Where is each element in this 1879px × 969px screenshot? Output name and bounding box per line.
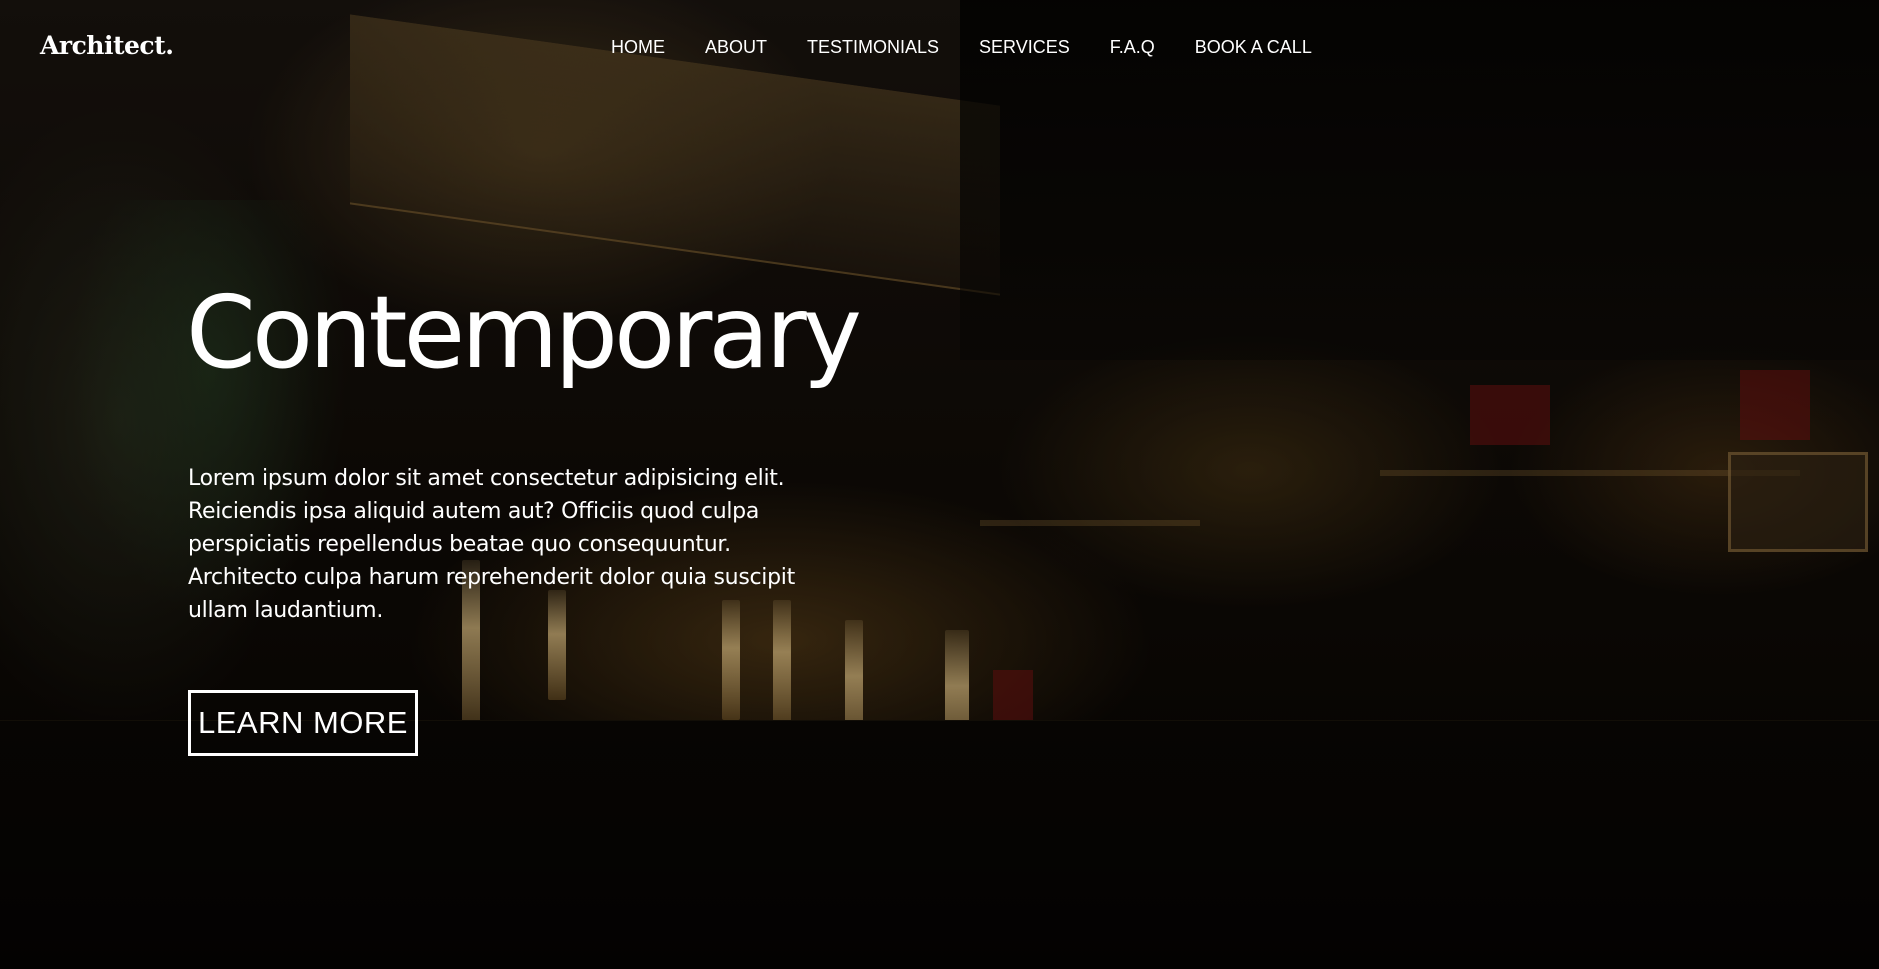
learn-more-button[interactable]: LEARN MORE [188, 690, 418, 756]
nav-link-testimonials[interactable]: TESTIMONIALS [807, 37, 939, 58]
nav-link-faq[interactable]: F.A.Q [1110, 37, 1155, 58]
hero-description: Lorem ipsum dolor sit amet consectetur a… [188, 466, 795, 623]
nav-menu: HOME ABOUT TESTIMONIALS SERVICES F.A.Q B… [611, 37, 1352, 58]
nav-link-book-a-call[interactable]: BOOK A CALL [1195, 37, 1312, 58]
nav-link-services[interactable]: SERVICES [979, 37, 1070, 58]
hero-section: Architect. HOME ABOUT TESTIMONIALS SERVI… [0, 0, 1879, 969]
nav-link-home[interactable]: HOME [611, 37, 665, 58]
hero-title: Contemporary [186, 274, 862, 391]
nav-link-about[interactable]: ABOUT [705, 37, 767, 58]
navbar: Architect. HOME ABOUT TESTIMONIALS SERVI… [0, 0, 1879, 96]
logo[interactable]: Architect. [40, 31, 174, 60]
